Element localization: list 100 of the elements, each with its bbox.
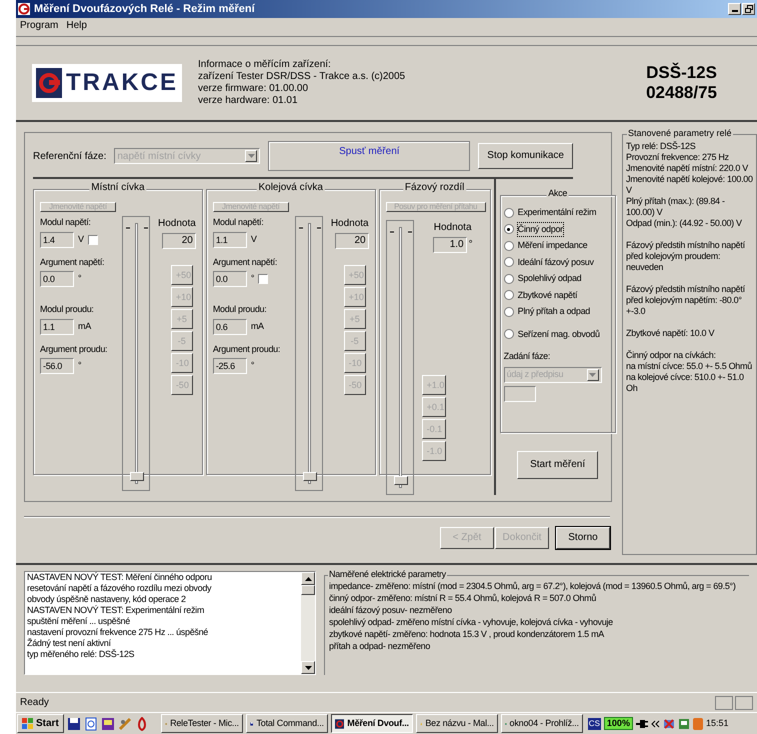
radio-button[interactable] [504,290,514,300]
page-icon [84,716,98,730]
radio-option[interactable]: Plný přítah a odpad [504,305,612,318]
log-entry: nastavení provozní frekvence 275 Hz ... úspěšné [27,627,210,638]
input-field[interactable] [504,386,536,402]
log-entry: Žádný test není aktivní [27,638,112,649]
serial-number: 02488/75 [646,83,717,103]
slider-thumb[interactable] [130,472,144,481]
field-label: Argument proudu: [40,342,108,356]
radio-option[interactable]: Spolehlivý odpad [504,272,612,286]
quick-launch-button[interactable] [100,716,115,730]
taskbar-button[interactable]: okno04 - Prohlíž... [500,714,583,733]
button[interactable]: Stop komunikace [478,143,573,169]
scrollbar[interactable] [301,572,315,674]
down-arrow-icon [304,666,312,670]
slider-thumb[interactable] [302,472,317,481]
minimize-button[interactable] [728,3,741,15]
restore-button[interactable] [742,3,755,15]
unit-label: mA [250,320,264,333]
radio-option[interactable]: Ideální fázový posuv [504,256,612,269]
value-field: -56.0 [40,358,74,374]
slider[interactable] [386,220,414,495]
model-name: DSŠ-12S [646,63,717,83]
unit-label: ° [78,359,82,372]
unit-label: ° [250,359,254,372]
checkbox[interactable] [258,274,268,284]
radio-option[interactable]: Experimentální režim [504,206,612,220]
prompt-text: Spusť měření [268,141,470,171]
caret-icon [248,154,255,158]
value-field: 1.4 [40,232,74,248]
field-label: Modul napětí: [212,216,264,229]
log-entry: spuštění měření ... uspěšné [27,616,131,627]
tick-marks [298,225,322,231]
tick-marks [388,229,413,235]
value-field: 1.1 [40,318,74,334]
radio-button[interactable] [504,274,514,284]
button[interactable]: Storno [556,527,610,549]
battery-indicator: 100% [604,717,633,730]
start-button[interactable]: Start [17,714,64,733]
plug-icon [636,718,648,728]
radio-button[interactable] [504,306,514,317]
taskbar-button[interactable]: Měření Dvouf... [330,714,413,733]
language-indicator[interactable]: CS [588,718,601,730]
clock: 15:51 [706,716,728,730]
menu-item[interactable]: Help [66,21,87,31]
param-text: Činný odpor na cívkách: [626,350,717,361]
radio-option[interactable]: Seřízení mag. obvodů [504,328,612,341]
unit-label: ° [250,272,254,286]
slider-thumb[interactable] [394,476,408,485]
button[interactable]: Start měření [517,451,598,479]
result-text: ideální fázový posuv- nezměřeno [329,604,453,616]
scroll-up-button[interactable] [301,572,315,585]
quick-launch-button[interactable] [84,716,98,730]
column-label: Hodnota [330,217,369,231]
group-title: Stanovené parametry relé [627,129,733,138]
field-label: Argument napětí: [40,256,106,269]
scroll-down-button[interactable] [301,661,315,674]
field-label: Modul proudu: [212,303,268,316]
result-text: spolehlivý odpad- změřeno místní cívka - vyhovuje, kolejová cívka - vyhovuje [329,616,614,628]
param-text: Typ relé: DSŠ-12S [626,141,696,152]
radio-option[interactable]: Zbytkové napětí [504,288,612,302]
slider[interactable] [294,216,323,491]
unit-label: ° [468,238,473,252]
radio-button[interactable] [504,257,514,268]
windows-flag-icon [22,718,34,730]
result-text: přítah a odpad- nezměřeno [329,640,432,652]
log-entry: obvody úspěšně nastaveny, kód operace 2 [27,594,187,605]
app-icon [334,718,344,730]
info-text: zařízení Tester DSR/DSS - Trakce a.s. (c)2005 [198,71,406,83]
slider[interactable] [122,216,150,491]
param-text: Zbytkové napětí: 10.0 V [626,328,716,339]
status-text: Ready [20,696,49,710]
scroll-thumb[interactable] [301,585,315,595]
taskbar-button[interactable]: Total Command... [246,714,328,733]
param-text: Odpad (min.): (44.92 - 50.00) V [626,218,743,229]
value-field: 20 [162,233,196,249]
unit-label: ° [78,272,82,286]
param-text: před kolejovým proudem: neuveden [626,251,722,273]
radio-button[interactable] [504,224,514,234]
taskbar-button[interactable]: Bez názvu - Mal... [416,714,498,733]
status-pane [715,696,733,710]
checkbox[interactable] [88,234,98,244]
log-entry: NASTAVEN NOVÝ TEST: Měření činného odporu [27,572,213,583]
radio-button[interactable] [504,208,514,218]
group-title: Akce [546,189,570,198]
value-field: 1.1 [212,232,247,248]
radio-option[interactable]: Měření impedance [504,239,612,252]
field-label: Modul napětí: [40,216,92,229]
menu-item[interactable]: Program [20,21,58,31]
radio-button[interactable] [504,329,514,340]
param-text: Plný přítah (max.): (89.84 - 100.00) V [626,196,726,218]
taskbar-button[interactable]: ReleTester - Mic... [160,714,243,733]
group-title: Fázový rozdíl [402,183,466,193]
value-field: 0.0 [40,271,74,287]
radio-option[interactable]: Činný odpor [504,222,612,236]
field-label: Argument proudu: [212,342,282,356]
result-text: impedance- změřeno: místní (mod = 2304.5 Ohmů, arg = 67.2°), kolejová (mod = 13960.5 Ohmů, arg = 69.5°) [329,580,737,592]
param-text: před kolejovým napětím: -80.0°+-3.0 [626,295,743,317]
radio-button[interactable] [504,240,514,251]
unit-label: V [78,232,84,246]
